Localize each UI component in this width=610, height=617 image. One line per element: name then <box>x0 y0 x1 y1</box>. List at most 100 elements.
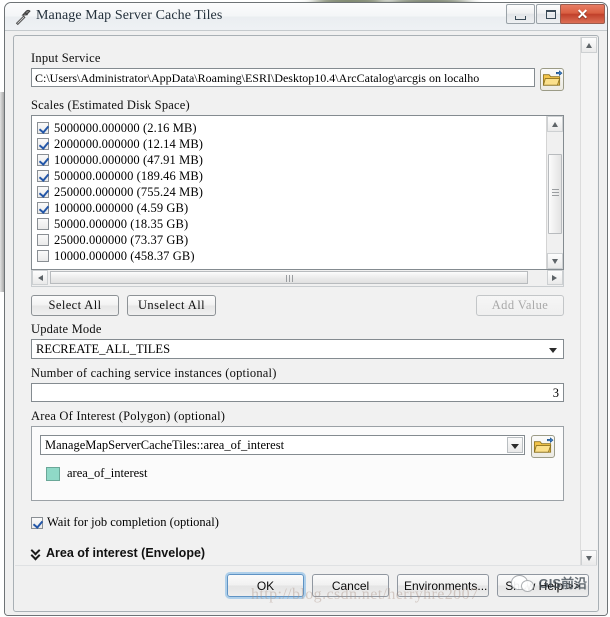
hammer-tool-icon <box>15 9 31 26</box>
hscrollbar-thumb[interactable] <box>50 271 528 284</box>
wait-for-job-checkbox[interactable] <box>31 516 43 529</box>
scale-list-item[interactable]: 500000.000000 (189.46 MB) <box>37 168 546 184</box>
update-mode-label: Update Mode <box>31 322 102 336</box>
instances-row: Number of caching service instances (opt… <box>31 366 564 402</box>
parameters-scroll-area: Input Service C:\Users\Administrator\App… <box>15 37 580 566</box>
open-folder-icon <box>542 70 563 86</box>
scale-checkbox[interactable] <box>37 218 49 230</box>
scroll-left-button[interactable] <box>32 270 48 285</box>
chevron-down-icon <box>511 444 519 449</box>
scale-label: 500000.000000 (189.46 MB) <box>54 168 204 183</box>
scale-label: 1000000.000000 (47.91 MB) <box>54 152 204 167</box>
instances-label: Number of caching service instances (opt… <box>31 366 277 380</box>
chevron-down-icon <box>549 348 557 353</box>
dialog-vertical-scrollbar[interactable] <box>580 37 597 566</box>
area-of-interest-value: ManageMapServerCacheTiles::area_of_inter… <box>45 438 285 452</box>
caret-down-icon <box>552 259 558 264</box>
scales-horizontal-scrollbar[interactable] <box>31 270 564 287</box>
scale-label: 250000.000000 (755.24 MB) <box>54 184 204 199</box>
area-of-interest-layer-item[interactable]: area_of_interest <box>40 466 555 481</box>
scales-list: 5000000.000000 (2.16 MB) 2000000.000000 (… <box>32 116 546 269</box>
update-mode-value: RECREATE_ALL_TILES <box>36 342 171 356</box>
add-value-button: Add Value <box>476 295 564 316</box>
caret-down-icon <box>586 556 592 561</box>
scale-list-item[interactable]: 250000.000000 (755.24 MB) <box>37 184 546 200</box>
area-of-interest-row: Area Of Interest (Polygon) (optional) Ma… <box>31 409 564 501</box>
scale-label: 25000.000000 (73.37 GB) <box>54 232 189 247</box>
grip-icon <box>286 275 293 282</box>
parameter-form: Input Service C:\Users\Administrator\App… <box>15 37 580 560</box>
scale-label: 10000.000000 (458.37 GB) <box>54 248 195 263</box>
scale-checkbox[interactable] <box>37 154 49 166</box>
scale-checkbox[interactable] <box>37 138 49 150</box>
scale-list-item[interactable]: 100000.000000 (4.59 GB) <box>37 200 546 216</box>
area-of-interest-panel: ManageMapServerCacheTiles::area_of_inter… <box>31 426 564 501</box>
tool-parameter-panel: Input Service C:\Users\Administrator\App… <box>13 35 599 612</box>
scales-label: Scales (Estimated Disk Space) <box>31 98 190 112</box>
scale-checkbox[interactable] <box>37 122 49 134</box>
grip-icon <box>552 189 559 196</box>
scale-label: 5000000.000000 (2.16 MB) <box>54 120 197 135</box>
cancel-button[interactable]: Cancel <box>312 574 389 597</box>
environments-button[interactable]: Environments... <box>397 574 489 597</box>
scale-label: 2000000.000000 (12.14 MB) <box>54 136 204 151</box>
scales-listbox[interactable]: 5000000.000000 (2.16 MB) 2000000.000000 (… <box>31 115 564 270</box>
caret-up-icon <box>552 122 558 127</box>
open-folder-icon <box>533 437 554 453</box>
area-of-interest-browse-button[interactable] <box>531 435 555 458</box>
section-label: Area of interest (Envelope) <box>46 546 206 560</box>
scroll-down-button[interactable] <box>547 253 563 269</box>
caret-left-icon <box>38 274 43 281</box>
update-mode-select[interactable]: RECREATE_ALL_TILES <box>31 339 564 359</box>
caret-up-icon <box>586 43 592 48</box>
section-area-of-interest-envelope[interactable]: Area of interest (Envelope) <box>31 546 564 560</box>
show-help-button[interactable]: Show Help >> <box>497 574 589 597</box>
area-of-interest-layer-label: area_of_interest <box>67 466 148 480</box>
ok-button[interactable]: OK <box>227 574 304 597</box>
dialog-scroll-up-button[interactable] <box>581 37 597 53</box>
caret-right-icon <box>552 274 557 281</box>
scale-label: 50000.000000 (18.35 GB) <box>54 216 189 231</box>
scale-checkbox[interactable] <box>37 170 49 182</box>
input-service-label: Input Service <box>31 51 101 65</box>
window-title: Manage Map Server Cache Tiles <box>36 8 223 23</box>
instances-input[interactable]: 3 <box>31 383 564 402</box>
scale-checkbox[interactable] <box>37 186 49 198</box>
title-bar[interactable]: Manage Map Server Cache Tiles ✕ <box>5 3 607 31</box>
minimize-button[interactable] <box>506 4 535 24</box>
scroll-up-button[interactable] <box>547 116 563 132</box>
polygon-swatch-icon <box>46 466 60 481</box>
scales-vertical-scrollbar[interactable] <box>546 116 563 269</box>
wait-for-job-label: Wait for job completion (optional) <box>47 515 219 529</box>
dropdown-button[interactable] <box>507 437 523 453</box>
select-all-button[interactable]: Select All <box>31 295 119 316</box>
scale-list-item[interactable]: 2000000.000000 (12.14 MB) <box>37 136 546 152</box>
input-service-input[interactable]: C:\Users\Administrator\AppData\Roaming\E… <box>31 68 535 87</box>
scale-checkbox[interactable] <box>37 202 49 214</box>
scale-list-item[interactable]: 1000000.000000 (47.91 MB) <box>37 152 546 168</box>
close-button[interactable]: ✕ <box>560 4 605 24</box>
dialog-window: Manage Map Server Cache Tiles ✕ Input Se… <box>4 2 608 616</box>
input-service-browse-button[interactable] <box>540 68 564 91</box>
scale-list-item[interactable]: 50000.000000 (18.35 GB) <box>37 216 546 232</box>
area-of-interest-label: Area Of Interest (Polygon) (optional) <box>31 409 226 423</box>
list-action-buttons: Select All Unselect All Add Value <box>31 295 564 316</box>
scroll-right-button[interactable] <box>547 270 563 285</box>
update-mode-row: Update Mode RECREATE_ALL_TILES <box>31 322 564 359</box>
scale-checkbox[interactable] <box>37 250 49 262</box>
scale-list-item[interactable]: 10000.000000 (458.37 GB) <box>37 248 546 264</box>
wait-for-job-row[interactable]: Wait for job completion (optional) <box>31 515 564 530</box>
scale-label: 100000.000000 (4.59 GB) <box>54 200 189 215</box>
area-of-interest-select[interactable]: ManageMapServerCacheTiles::area_of_inter… <box>40 435 525 455</box>
scrollbar-thumb[interactable] <box>548 154 562 234</box>
dialog-footer: OK Cancel Environments... Show Help >> h… <box>15 565 597 610</box>
dialog-scroll-down-button[interactable] <box>581 550 597 566</box>
input-service-row: Input Service C:\Users\Administrator\App… <box>31 51 564 91</box>
minimize-icon <box>515 16 526 20</box>
chevron-double-down-icon <box>31 546 43 560</box>
scale-list-item[interactable]: 25000.000000 (73.37 GB) <box>37 232 546 248</box>
scale-list-item[interactable]: 5000000.000000 (2.16 MB) <box>37 120 546 136</box>
scale-checkbox[interactable] <box>37 234 49 246</box>
scales-row: Scales (Estimated Disk Space) 5000000.00… <box>31 98 564 287</box>
unselect-all-button[interactable]: Unselect All <box>127 295 216 316</box>
